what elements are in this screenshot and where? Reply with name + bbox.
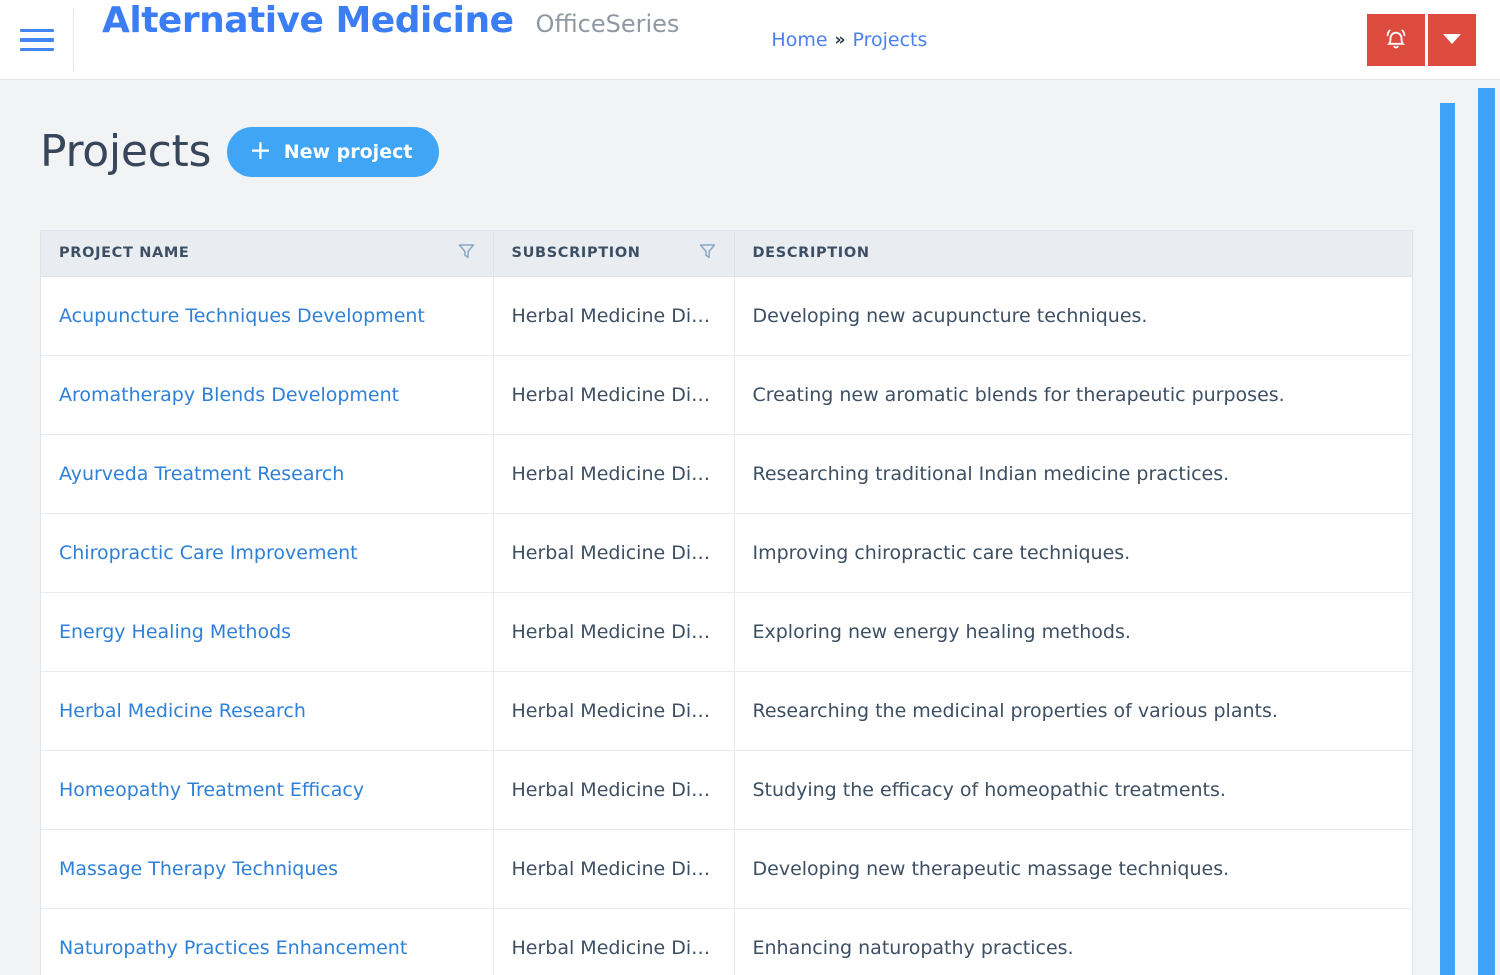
cell-subscription: Herbal Medicine Divisi… — [493, 434, 735, 514]
notifications-button[interactable] — [1367, 13, 1425, 66]
cell-description: Developing new acupuncture techniques. — [734, 276, 1412, 356]
cell-description: Improving chiropractic care techniques. — [734, 513, 1412, 593]
top-header-bar: Alternative Medicine OfficeSeries Home »… — [0, 0, 1500, 80]
page-header: Projects + New project — [0, 81, 1435, 177]
new-project-button[interactable]: + New project — [227, 126, 440, 177]
subscription-text: Herbal Medicine Divisi… — [511, 462, 734, 485]
hamburger-bar — [19, 47, 54, 52]
bell-icon — [1383, 26, 1409, 53]
breadcrumb-link-projects[interactable]: Projects — [853, 29, 928, 51]
cell-description: Studying the efficacy of homeopathic tre… — [734, 750, 1412, 830]
filter-funnel-icon[interactable] — [458, 243, 475, 264]
header-actions — [1367, 0, 1500, 79]
table-body: Acupuncture Techniques Development Herbal… — [41, 276, 1412, 975]
hamburger-menu-icon[interactable] — [0, 9, 74, 71]
column-header-project-name: PROJECT NAME — [41, 231, 494, 277]
column-header-description: DESCRIPTION — [734, 231, 1412, 277]
project-name-link[interactable]: Herbal Medicine Research — [59, 700, 306, 722]
page-title: Projects — [40, 126, 212, 177]
cell-project-name: Homeopathy Treatment Efficacy — [41, 750, 494, 830]
subscription-text: Herbal Medicine Divisi… — [511, 699, 734, 722]
cell-description: Developing new therapeutic massage techn… — [734, 829, 1412, 909]
table-row: Homeopathy Treatment Efficacy Herbal Medi… — [41, 750, 1412, 830]
project-name-link[interactable]: Acupuncture Techniques Development — [59, 305, 425, 327]
table-row: Herbal Medicine Research Herbal Medicine … — [41, 671, 1412, 751]
breadcrumb-separator: » — [834, 29, 846, 50]
project-name-link[interactable]: Energy Healing Methods — [59, 621, 291, 643]
projects-table: PROJECT NAME SUBSCRIPTION DESCRIPTION Ac… — [41, 231, 1412, 975]
cell-description: Researching the medicinal properties of … — [734, 671, 1412, 751]
table-row: Chiropractic Care Improvement Herbal Medi… — [41, 513, 1412, 593]
cell-subscription: Herbal Medicine Divisi… — [493, 355, 735, 435]
cell-subscription: Herbal Medicine Divisi… — [493, 513, 735, 593]
table-head: PROJECT NAME SUBSCRIPTION DESCRIPTION — [41, 231, 1412, 277]
table-row: Ayurveda Treatment Research Herbal Medici… — [41, 434, 1412, 514]
cell-project-name: Energy Healing Methods — [41, 592, 494, 672]
cell-description: Creating new aromatic blends for therape… — [734, 355, 1412, 435]
brand-title: Alternative Medicine — [102, 0, 514, 41]
table-row: Massage Therapy Techniques Herbal Medicin… — [41, 829, 1412, 909]
subscription-text: Herbal Medicine Divisi… — [511, 857, 734, 880]
page-content: Projects + New project PROJECT NAME SUBS… — [0, 81, 1435, 975]
table-row: Acupuncture Techniques Development Herbal… — [41, 276, 1412, 356]
cell-subscription: Herbal Medicine Divisi… — [493, 671, 735, 751]
table-row: Naturopathy Practices Enhancement Herbal … — [41, 908, 1412, 975]
cell-project-name: Acupuncture Techniques Development — [41, 276, 494, 356]
projects-table-container: PROJECT NAME SUBSCRIPTION DESCRIPTION Ac… — [40, 230, 1413, 975]
column-label: PROJECT NAME — [59, 245, 190, 262]
subscription-text: Herbal Medicine Divisi… — [511, 304, 734, 327]
hamburger-bar — [19, 28, 54, 33]
new-project-label: New project — [283, 140, 413, 163]
cell-project-name: Herbal Medicine Research — [41, 671, 494, 751]
brand-subtitle: OfficeSeries — [535, 10, 680, 38]
subscription-text: Herbal Medicine Divisi… — [511, 936, 734, 959]
subscription-text: Herbal Medicine Divisi… — [511, 778, 734, 801]
cell-project-name: Naturopathy Practices Enhancement — [41, 908, 494, 975]
header-dropdown-button[interactable] — [1428, 13, 1476, 66]
cell-project-name: Ayurveda Treatment Research — [41, 434, 494, 514]
cell-project-name: Chiropractic Care Improvement — [41, 513, 494, 593]
table-row: Aromatherapy Blends Development Herbal Me… — [41, 355, 1412, 435]
project-name-link[interactable]: Naturopathy Practices Enhancement — [59, 937, 407, 959]
cell-description: Exploring new energy healing methods. — [734, 592, 1412, 672]
column-header-subscription: SUBSCRIPTION — [493, 231, 735, 277]
breadcrumb: Home » Projects — [771, 29, 927, 51]
cell-project-name: Massage Therapy Techniques — [41, 829, 494, 909]
subscription-text: Herbal Medicine Divisi… — [511, 541, 734, 564]
chevron-down-icon — [1443, 34, 1461, 45]
table-row: Energy Healing Methods Herbal Medicine Di… — [41, 592, 1412, 672]
outer-vertical-scrollbar[interactable] — [1478, 88, 1495, 975]
cell-project-name: Aromatherapy Blends Development — [41, 355, 494, 435]
filter-funnel-icon[interactable] — [699, 243, 716, 264]
cell-subscription: Herbal Medicine Divisi… — [493, 829, 735, 909]
column-label: DESCRIPTION — [752, 245, 870, 262]
project-name-link[interactable]: Ayurveda Treatment Research — [59, 463, 344, 485]
breadcrumb-link-home[interactable]: Home — [771, 29, 827, 51]
cell-description: Researching traditional Indian medicine … — [734, 434, 1412, 514]
plus-icon: + — [249, 135, 272, 166]
cell-subscription: Herbal Medicine Divisi… — [493, 592, 735, 672]
hamburger-bar — [19, 38, 54, 42]
table-header-row: PROJECT NAME SUBSCRIPTION DESCRIPTION — [41, 231, 1412, 277]
column-label: SUBSCRIPTION — [511, 245, 641, 262]
inner-vertical-scrollbar[interactable] — [1440, 103, 1455, 975]
cell-description: Enhancing naturopathy practices. — [734, 908, 1412, 975]
subscription-text: Herbal Medicine Divisi… — [511, 383, 734, 406]
cell-subscription: Herbal Medicine Divisi… — [493, 908, 735, 975]
project-name-link[interactable]: Massage Therapy Techniques — [59, 858, 338, 880]
brand-area: Alternative Medicine OfficeSeries — [74, 0, 679, 79]
project-name-link[interactable]: Homeopathy Treatment Efficacy — [59, 779, 364, 801]
project-name-link[interactable]: Chiropractic Care Improvement — [59, 542, 358, 564]
project-name-link[interactable]: Aromatherapy Blends Development — [59, 384, 399, 406]
cell-subscription: Herbal Medicine Divisi… — [493, 276, 735, 356]
cell-subscription: Herbal Medicine Divisi… — [493, 750, 735, 830]
subscription-text: Herbal Medicine Divisi… — [511, 620, 734, 643]
